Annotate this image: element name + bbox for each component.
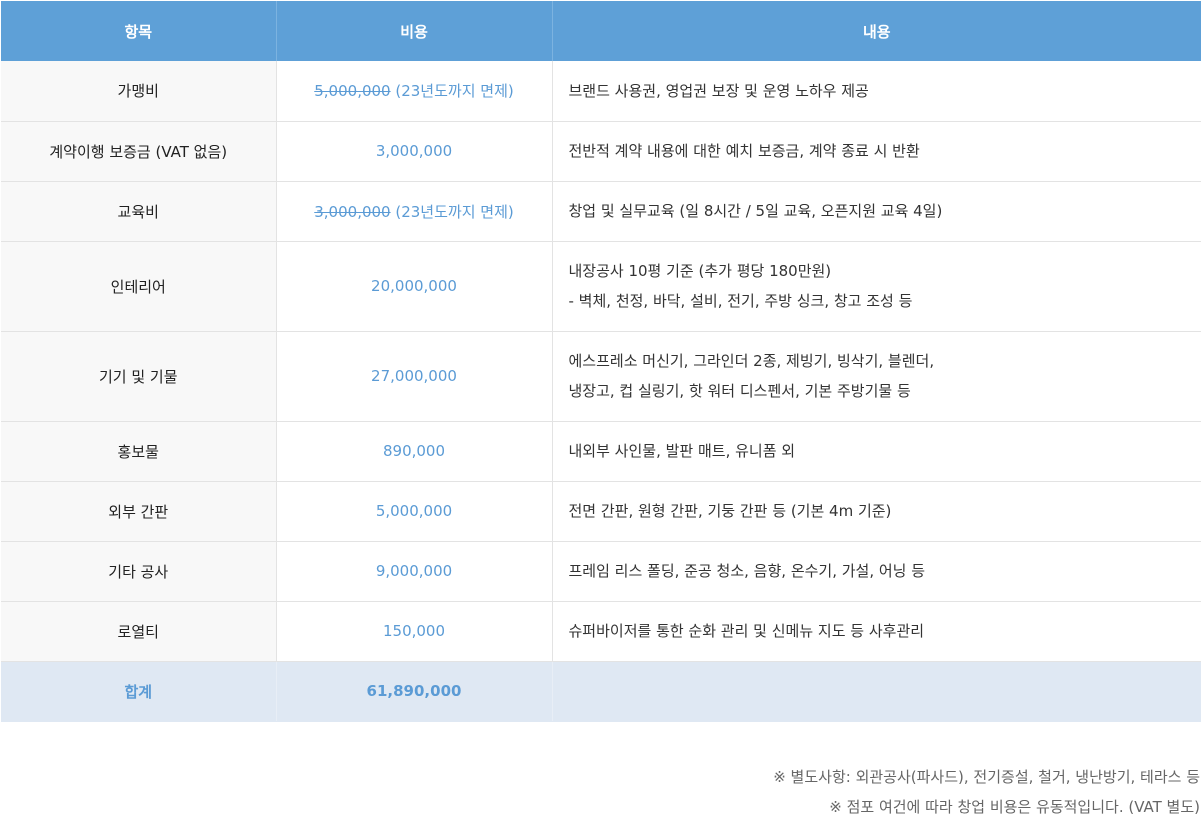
description-line: 전면 간판, 원형 간판, 기둥 간판 등 (기본 4m 기준) — [568, 502, 892, 520]
description-line: 슈퍼바이저를 통한 순화 관리 및 신메뉴 지도 등 사후관리 — [568, 622, 925, 640]
row-description: 창업 및 실무교육 (일 8시간 / 5일 교육, 오픈지원 교육 4일) — [551, 181, 1201, 242]
table-row: 교육비 3,000,000 (23년도까지 면제) 창업 및 실무교육 (일 8… — [1, 181, 1201, 242]
cost-note: (23년도까지 면제) — [390, 202, 514, 221]
row-description: 내장공사 10평 기준 (추가 평당 180만원) - 벽체, 천정, 바닥, … — [551, 241, 1201, 332]
table-row: 외부 간판 5,000,000 전면 간판, 원형 간판, 기둥 간판 등 (기… — [1, 481, 1201, 542]
row-cost: 5,000,000 (23년도까지 면제) — [275, 61, 552, 122]
row-cost: 890,000 — [275, 421, 552, 482]
footnotes: ※ 별도사항: 외관공사(파사드), 전기증설, 철거, 냉난방기, 테라스 등… — [773, 762, 1200, 822]
row-item-label: 로열티 — [1, 601, 276, 662]
table-row: 계약이행 보증금 (VAT 없음) 3,000,000 전반적 계약 내용에 대… — [1, 121, 1201, 182]
row-cost: 3,000,000 — [275, 121, 552, 182]
description-line: 내장공사 10평 기준 (추가 평당 180만원) — [568, 262, 832, 280]
total-label: 합계 — [1, 661, 276, 722]
row-description: 브랜드 사용권, 영업권 보장 및 운영 노하우 제공 — [551, 61, 1201, 122]
footnote-vat: ※ 점포 여건에 따라 창업 비용은 유동적입니다. (VAT 별도) — [829, 798, 1200, 816]
description-line: 에스프레소 머신기, 그라인더 2종, 제빙기, 빙삭기, 블렌더, — [568, 352, 935, 370]
footnote-extra-costs: ※ 별도사항: 외관공사(파사드), 전기증설, 철거, 냉난방기, 테라스 등 — [773, 768, 1200, 786]
row-cost: 5,000,000 — [275, 481, 552, 542]
table-row: 인테리어 20,000,000 내장공사 10평 기준 (추가 평당 180만원… — [1, 241, 1201, 332]
row-item-label: 기타 공사 — [1, 541, 276, 602]
row-item-label: 홍보물 — [1, 421, 276, 482]
description-line: 전반적 계약 내용에 대한 예치 보증금, 계약 종료 시 반환 — [568, 142, 920, 160]
cost-note: (23년도까지 면제) — [390, 82, 514, 101]
row-description: 전반적 계약 내용에 대한 예치 보증금, 계약 종료 시 반환 — [551, 121, 1201, 182]
row-item-label: 기기 및 기물 — [1, 331, 276, 422]
table-row: 기기 및 기물 27,000,000 에스프레소 머신기, 그라인더 2종, 제… — [1, 331, 1201, 422]
description-line: 내외부 사인물, 발판 매트, 유니폼 외 — [568, 442, 796, 460]
cost-strikethrough: 5,000,000 — [314, 82, 391, 101]
row-item-label: 교육비 — [1, 181, 276, 242]
row-item-label: 외부 간판 — [1, 481, 276, 542]
description-line: 프레임 리스 폴딩, 준공 청소, 음향, 온수기, 가설, 어닝 등 — [568, 562, 926, 580]
row-description: 전면 간판, 원형 간판, 기둥 간판 등 (기본 4m 기준) — [551, 481, 1201, 542]
total-row: 합계 61,890,000 — [1, 661, 1201, 722]
cost-strikethrough: 3,000,000 — [314, 202, 391, 221]
row-item-label: 인테리어 — [1, 241, 276, 332]
row-description: 프레임 리스 폴딩, 준공 청소, 음향, 온수기, 가설, 어닝 등 — [551, 541, 1201, 602]
row-item-label: 계약이행 보증금 (VAT 없음) — [1, 121, 276, 182]
row-description: 슈퍼바이저를 통한 순화 관리 및 신메뉴 지도 등 사후관리 — [551, 601, 1201, 662]
row-cost: 3,000,000 (23년도까지 면제) — [275, 181, 552, 242]
franchise-cost-table: 항목 비용 내용 가맹비 5,000,000 (23년도까지 면제) 브랜드 사… — [1, 1, 1201, 722]
table-row: 가맹비 5,000,000 (23년도까지 면제) 브랜드 사용권, 영업권 보… — [1, 61, 1201, 122]
row-description: 내외부 사인물, 발판 매트, 유니폼 외 — [551, 421, 1201, 482]
table-row: 기타 공사 9,000,000 프레임 리스 폴딩, 준공 청소, 음향, 온수… — [1, 541, 1201, 602]
description-line: - 벽체, 천정, 바닥, 설비, 전기, 주방 싱크, 창고 조성 등 — [568, 292, 913, 310]
row-cost: 9,000,000 — [275, 541, 552, 602]
total-cost: 61,890,000 — [275, 661, 552, 722]
header-cost: 비용 — [275, 1, 552, 61]
row-cost: 150,000 — [275, 601, 552, 662]
total-description — [551, 661, 1201, 722]
table-row: 로열티 150,000 슈퍼바이저를 통한 순화 관리 및 신메뉴 지도 등 사… — [1, 601, 1201, 662]
table-row: 홍보물 890,000 내외부 사인물, 발판 매트, 유니폼 외 — [1, 421, 1201, 482]
header-desc: 내용 — [551, 1, 1201, 61]
header-item: 항목 — [1, 1, 276, 61]
table-header-row: 항목 비용 내용 — [1, 1, 1201, 61]
description-line: 브랜드 사용권, 영업권 보장 및 운영 노하우 제공 — [568, 81, 869, 100]
row-cost: 27,000,000 — [275, 331, 552, 422]
row-description: 에스프레소 머신기, 그라인더 2종, 제빙기, 빙삭기, 블렌더, 냉장고, … — [551, 331, 1201, 422]
description-line: 창업 및 실무교육 (일 8시간 / 5일 교육, 오픈지원 교육 4일) — [568, 202, 943, 220]
row-item-label: 가맹비 — [1, 61, 276, 122]
row-cost: 20,000,000 — [275, 241, 552, 332]
description-line: 냉장고, 컵 실링기, 핫 워터 디스펜서, 기본 주방기물 등 — [568, 382, 911, 400]
